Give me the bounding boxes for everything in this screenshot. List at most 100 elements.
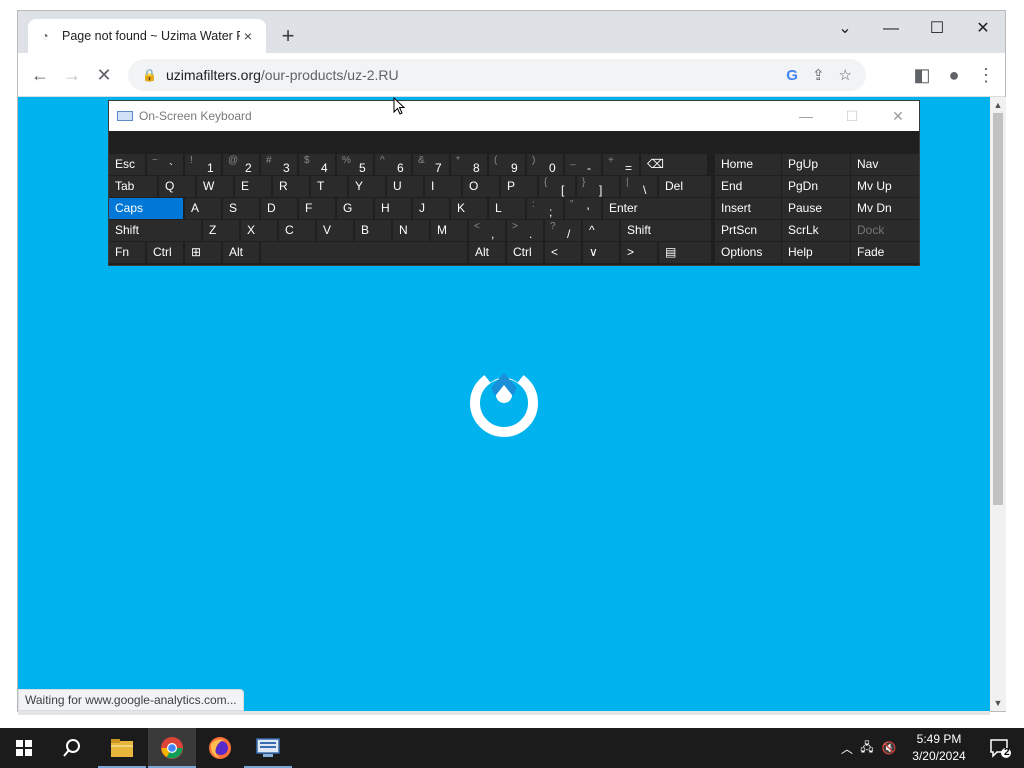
browser-tab[interactable]: ◔ Page not found ~ Uzima Water F × (28, 19, 266, 53)
key-alt[interactable]: Alt (469, 242, 505, 263)
key-fn[interactable]: Fn (109, 242, 145, 263)
clock[interactable]: 5:49 PM 3/20/2024 (900, 731, 978, 765)
key-enter[interactable]: Enter (603, 198, 711, 219)
maximize-button[interactable]: ☐ (917, 15, 957, 43)
key-/[interactable]: ? / (545, 220, 581, 241)
key-.[interactable]: >. (507, 220, 543, 241)
lock-icon[interactable]: 🔒 (142, 68, 157, 82)
key-e[interactable]: E (235, 176, 271, 197)
tab-search-icon[interactable]: ⌄ (825, 15, 865, 43)
key-pgdn[interactable]: PgDn (782, 176, 850, 197)
start-windows-icon[interactable] (0, 728, 48, 768)
menu-kebab-icon[interactable]: ⋮ (974, 63, 998, 87)
osk-minimize-button[interactable]: — (783, 101, 829, 131)
address-bar[interactable]: 🔒 uzimafilters.org/our-products/uz-2.RU … (128, 59, 866, 91)
key-⊞[interactable]: ⊞ (185, 242, 221, 263)
search-icon[interactable] (48, 728, 96, 768)
key-c[interactable]: C (279, 220, 315, 241)
key-8[interactable]: * 8 (451, 154, 487, 175)
key-f[interactable]: F (299, 198, 335, 219)
key-space[interactable] (261, 242, 467, 263)
back-button[interactable]: ← (28, 63, 52, 87)
key-mv-up[interactable]: Mv Up (851, 176, 919, 197)
key-4[interactable]: $4 (299, 154, 335, 175)
key-9[interactable]: (9 (489, 154, 525, 175)
key-'[interactable]: " ' (565, 198, 601, 219)
key-d[interactable]: D (261, 198, 297, 219)
key-3[interactable]: #3 (261, 154, 297, 175)
bookmark-star-icon[interactable]: ☆ (839, 66, 852, 84)
key-mv-dn[interactable]: Mv Dn (851, 198, 919, 219)
profile-avatar-icon[interactable]: ● (942, 63, 966, 87)
key-help[interactable]: Help (782, 242, 850, 263)
stop-loading-button[interactable]: ✕ (92, 63, 116, 87)
key-caps[interactable]: Caps (109, 198, 183, 219)
new-tab-button[interactable]: + (276, 25, 300, 49)
volume-muted-icon[interactable]: 🔇 (878, 741, 900, 755)
show-hidden-icons-icon[interactable]: ︿ (838, 740, 856, 757)
key-dock[interactable]: Dock (851, 220, 919, 241)
key-esc[interactable]: Esc (109, 154, 145, 175)
osk-title-bar[interactable]: On-Screen Keyboard — ☐ ✕ (109, 101, 919, 131)
key-t[interactable]: T (311, 176, 347, 197)
key-;[interactable]: :; (527, 198, 563, 219)
close-window-button[interactable]: ✕ (963, 15, 1003, 43)
key-m[interactable]: M (431, 220, 467, 241)
google-lens-icon[interactable]: G (786, 67, 798, 84)
key-1[interactable]: ! 1 (185, 154, 221, 175)
key-i[interactable]: I (425, 176, 461, 197)
tab-close-icon[interactable]: × (240, 28, 256, 44)
key-w[interactable]: W (197, 176, 233, 197)
scrollbar-thumb[interactable] (993, 113, 1003, 505)
key-scrlk[interactable]: ScrLk (782, 220, 850, 241)
key-⌫[interactable]: ⌫ (641, 154, 707, 175)
key-2[interactable]: @2 (223, 154, 259, 175)
key-][interactable]: }] (577, 176, 619, 197)
key-<[interactable]: < (545, 242, 581, 263)
key-shift[interactable]: Shift (109, 220, 201, 241)
key-alt[interactable]: Alt (223, 242, 259, 263)
share-icon[interactable]: ⇪ (812, 66, 825, 84)
key-fade[interactable]: Fade (851, 242, 919, 263)
chrome-taskbar-icon[interactable] (148, 728, 196, 768)
key-del[interactable]: Del (659, 176, 711, 197)
key-p[interactable]: P (501, 176, 537, 197)
key-insert[interactable]: Insert (715, 198, 781, 219)
network-icon[interactable]: 🖧 (856, 738, 878, 759)
key-0[interactable]: ) 0 (527, 154, 563, 175)
osk-maximize-button[interactable]: ☐ (829, 101, 875, 131)
key-5[interactable]: % 5 (337, 154, 373, 175)
key-^[interactable]: ^ (583, 220, 619, 241)
key-end[interactable]: End (715, 176, 781, 197)
key-j[interactable]: J (413, 198, 449, 219)
key-∨[interactable]: ∨ (583, 242, 619, 263)
osk-close-button[interactable]: ✕ (875, 101, 921, 131)
key-y[interactable]: Y (349, 176, 385, 197)
vertical-scrollbar[interactable]: ▲ ▼ (990, 97, 1006, 711)
forward-button[interactable]: → (60, 63, 84, 87)
key-s[interactable]: S (223, 198, 259, 219)
key-a[interactable]: A (185, 198, 221, 219)
key-u[interactable]: U (387, 176, 423, 197)
key-shift[interactable]: Shift (621, 220, 711, 241)
minimize-button[interactable]: — (871, 15, 911, 43)
firefox-icon[interactable] (196, 728, 244, 768)
scroll-up-icon[interactable]: ▲ (990, 97, 1006, 113)
key-r[interactable]: R (273, 176, 309, 197)
key--[interactable]: _ - (565, 154, 601, 175)
key-options[interactable]: Options (715, 242, 781, 263)
key-tab[interactable]: Tab (109, 176, 157, 197)
key-[[interactable]: {[ (539, 176, 575, 197)
key-o[interactable]: O (463, 176, 499, 197)
key-=[interactable]: + = (603, 154, 639, 175)
key-,[interactable]: <, (469, 220, 505, 241)
key-home[interactable]: Home (715, 154, 781, 175)
key-nav[interactable]: Nav (851, 154, 919, 175)
key-z[interactable]: Z (203, 220, 239, 241)
key-7[interactable]: & 7 (413, 154, 449, 175)
key-k[interactable]: K (451, 198, 487, 219)
key-ctrl[interactable]: Ctrl (147, 242, 183, 263)
key-▤[interactable]: ▤ (659, 242, 711, 263)
horizontal-scrollbar[interactable] (18, 711, 990, 715)
key-h[interactable]: H (375, 198, 411, 219)
